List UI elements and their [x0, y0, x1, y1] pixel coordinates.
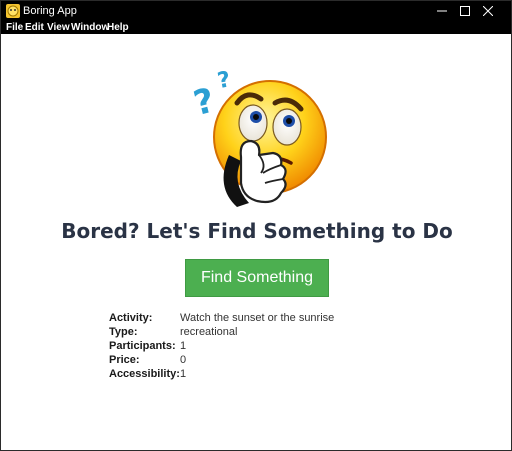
menu-edit[interactable]: Edit — [25, 21, 44, 34]
svg-text:?: ? — [216, 67, 233, 94]
page-title: Bored? Let's Find Something to Do — [61, 219, 453, 243]
app-window: Boring App File Edit View Window Help ? … — [0, 0, 512, 451]
titlebar[interactable]: Boring App — [1, 1, 511, 21]
menu-view[interactable]: View — [47, 21, 70, 34]
menu-file[interactable]: File — [6, 21, 23, 34]
accessibility-value: 1 — [180, 368, 187, 380]
menu-window[interactable]: Window — [71, 21, 109, 34]
close-button[interactable] — [465, 1, 511, 21]
menubar: File Edit View Window Help — [1, 21, 511, 34]
detail-row-activity: Activity: Watch the sunset or the sunris… — [109, 311, 409, 325]
activity-details: Activity: Watch the sunset or the sunris… — [109, 311, 409, 381]
close-icon — [483, 6, 493, 16]
detail-row-accessibility: Accessibility: 1 — [109, 367, 409, 381]
accessibility-label: Accessibility: — [109, 368, 180, 380]
svg-text:?: ? — [190, 81, 219, 125]
boring-app-icon — [6, 4, 20, 18]
window-title: Boring App — [23, 5, 77, 17]
price-value: 0 — [180, 354, 187, 366]
detail-row-type: Type: recreational — [109, 325, 409, 339]
type-value: recreational — [180, 326, 238, 338]
detail-row-price: Price: 0 — [109, 353, 409, 367]
type-label: Type: — [109, 326, 138, 338]
menu-help[interactable]: Help — [107, 21, 129, 34]
detail-row-participants: Participants: 1 — [109, 339, 409, 353]
participants-label: Participants: — [109, 340, 176, 352]
participants-value: 1 — [180, 340, 187, 352]
find-something-button[interactable]: Find Something — [185, 259, 329, 297]
activity-label: Activity: — [109, 312, 153, 324]
activity-value: Watch the sunset or the sunrise — [180, 312, 335, 324]
price-label: Price: — [109, 354, 140, 366]
thinking-emoji-icon: ? ? — [190, 67, 327, 207]
